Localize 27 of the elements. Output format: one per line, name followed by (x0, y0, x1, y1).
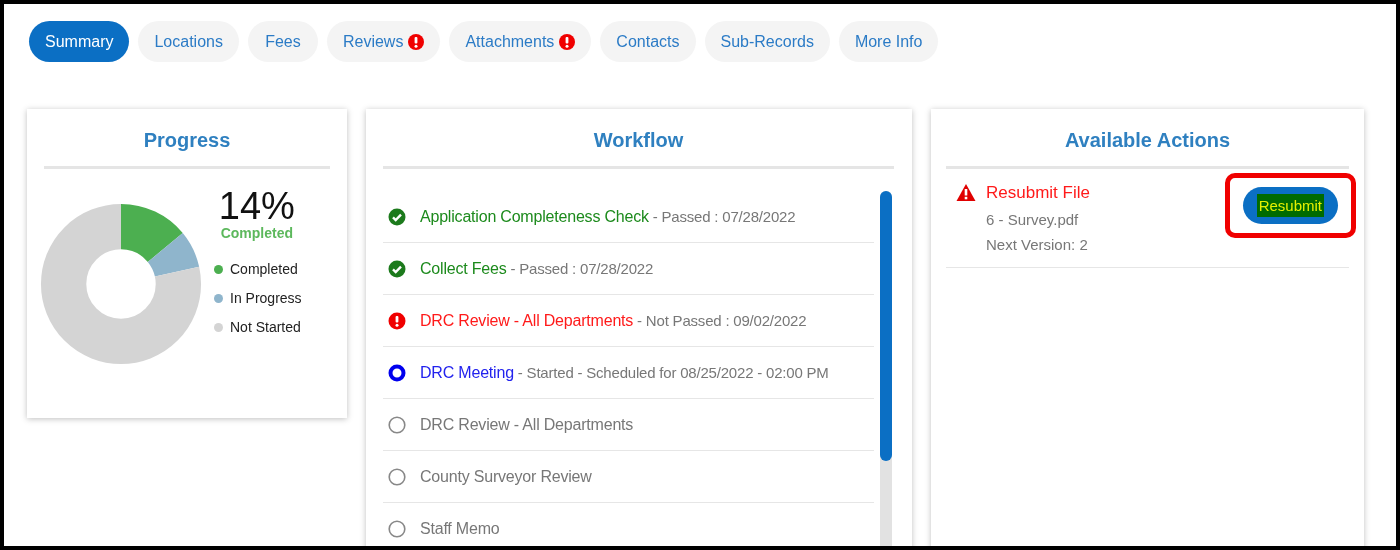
step-text: Application Completeness Check - Passed : 07/28/2022 (420, 207, 796, 226)
step-text: DRC Meeting - Started - Scheduled for 08/25/2022 - 02:00 PM (420, 363, 829, 382)
tab[interactable]: Locations (138, 21, 239, 62)
card-title: Progress (44, 109, 330, 169)
tab[interactable]: Fees (247, 21, 318, 62)
tab[interactable]: Sub-Records (704, 21, 830, 62)
legend-label: In Progress (230, 290, 302, 306)
action-detail: 6 - Survey.pdf (986, 211, 1080, 228)
legend-label: Completed (230, 261, 298, 277)
step-text: DRC Review - All Departments (420, 415, 634, 434)
resubmit-button[interactable]: Resubmit (1242, 187, 1338, 224)
percent-caption: Completed (220, 225, 293, 241)
tab[interactable]: More Info (838, 21, 939, 62)
card-title: Available Actions (946, 109, 1349, 169)
tab[interactable]: Attachments (449, 21, 592, 62)
action-title: Resubmit File (986, 183, 1091, 203)
step-text: Collect Fees - Passed : 07/28/2022 (420, 259, 654, 278)
step-text: County Surveyor Review (420, 467, 592, 486)
percent-value: 14% (218, 187, 295, 225)
card-title: Workflow (383, 109, 894, 169)
action-detail: Next Version: 2 (986, 236, 1089, 253)
step-text: DRC Review - All Departments - Not Passed : 09/02/2022 (420, 311, 807, 330)
tab[interactable]: Contacts (600, 21, 696, 62)
tab[interactable]: Reviews (326, 21, 441, 62)
tab[interactable]: Summary (29, 21, 130, 62)
step-text: Staff Memo (420, 519, 500, 538)
legend-label: Not Started (230, 319, 301, 335)
